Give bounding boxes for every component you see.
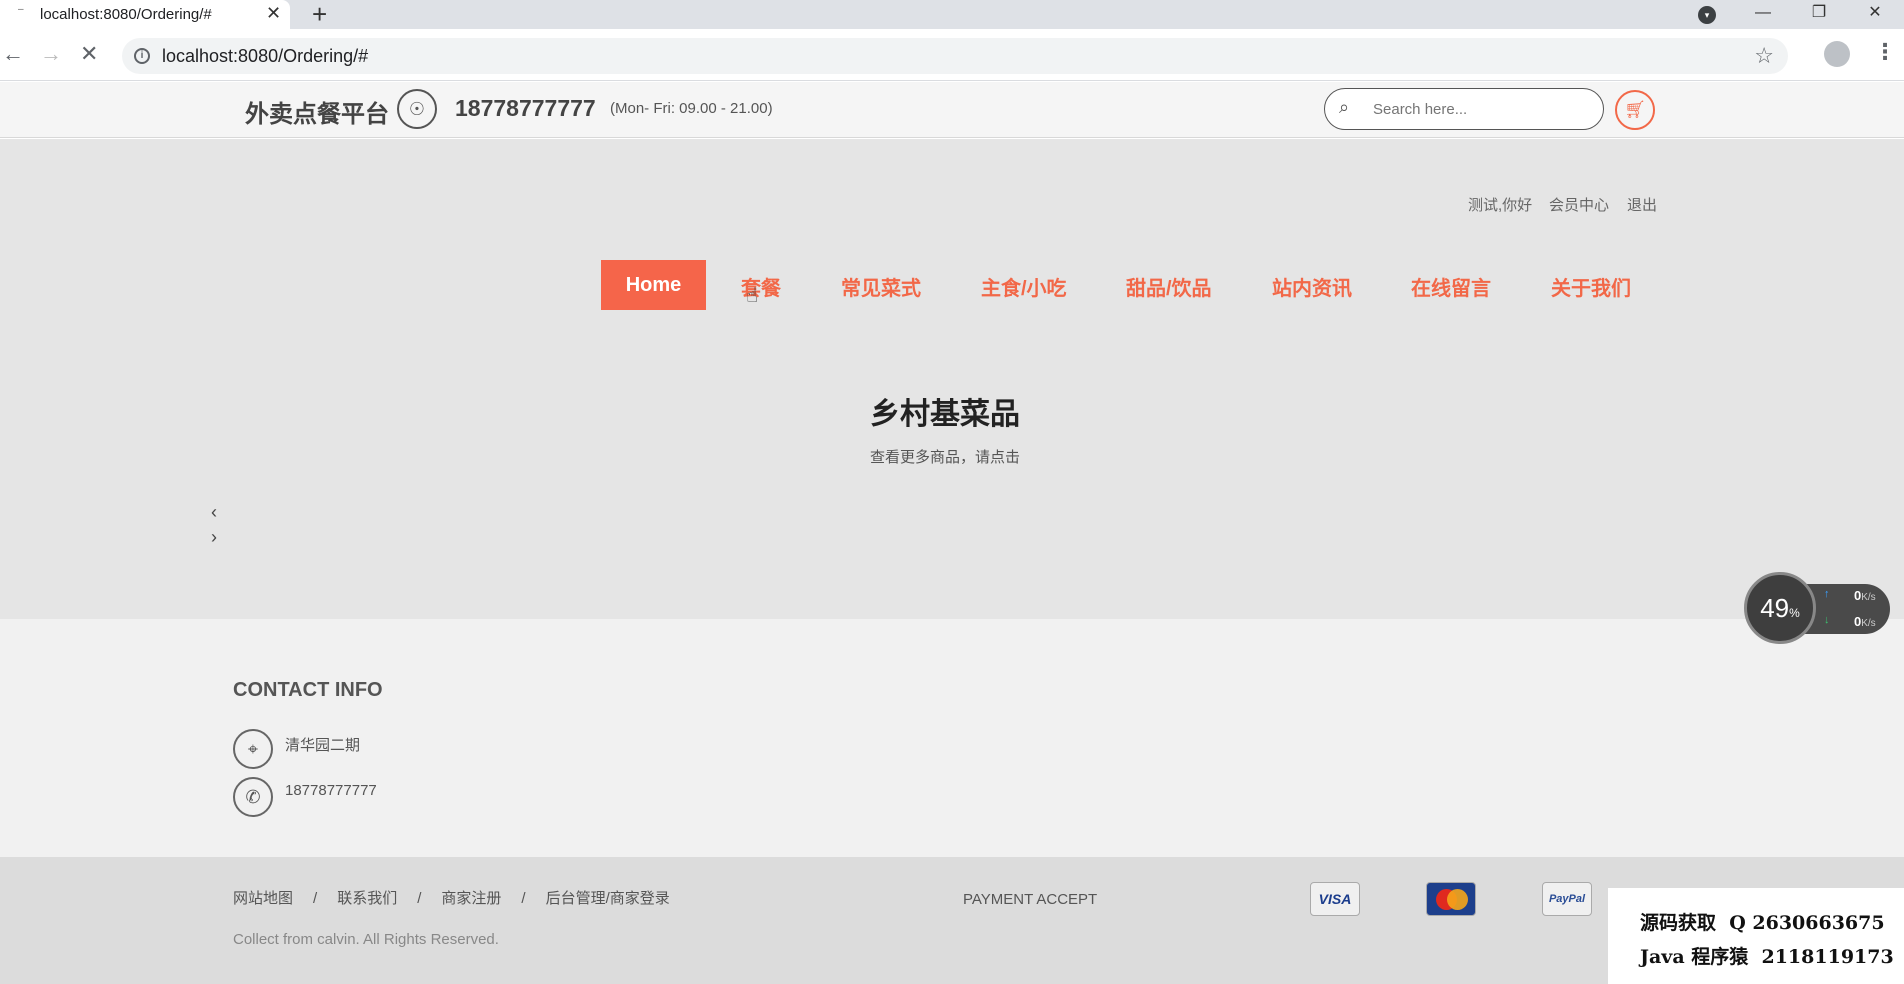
new-tab-icon[interactable]: +: [312, 0, 327, 29]
browser-menu-icon[interactable]: ⋮: [1874, 39, 1896, 65]
nav-item-messages[interactable]: 在线留言: [1411, 272, 1491, 301]
payment-label: PAYMENT ACCEPT: [963, 891, 1098, 908]
minimize-icon[interactable]: —: [1740, 0, 1786, 29]
hero-section: 测试,你好 会员中心 退出 Home 套餐 常见菜式 主食/小吃 甜品/饮品 站…: [0, 139, 1904, 619]
watermark-overlay: 源码获取 Q 2630663675 Java 程序猿 2118119173: [1608, 888, 1904, 984]
upload-speed: 0K/s: [1854, 588, 1876, 603]
close-tab-icon[interactable]: ✕: [266, 3, 281, 24]
nav-home[interactable]: Home: [601, 260, 706, 310]
site-header: 外卖点餐平台 ☉ 18778777777 (Mon- Fri: 09.00 - …: [0, 82, 1904, 138]
url-field[interactable]: i localhost:8080/Ordering/# ☆: [122, 38, 1788, 74]
opening-hours: (Mon- Fri: 09.00 - 21.00): [610, 100, 773, 117]
tab-search-icon[interactable]: ▾: [1698, 6, 1716, 24]
forward-icon[interactable]: →: [40, 41, 62, 67]
info-icon[interactable]: i: [134, 48, 150, 64]
nav-item-dishes[interactable]: 常见菜式: [841, 272, 921, 301]
watermark-line-1: 源码获取 Q 2630663675: [1640, 912, 1885, 934]
footer-separator: /: [521, 890, 526, 907]
nav-item-about[interactable]: 关于我们: [1551, 272, 1631, 301]
search-input[interactable]: [1373, 98, 1583, 120]
slider-next-icon[interactable]: ›: [211, 527, 217, 548]
footer-link-contact[interactable]: 联系我们: [337, 890, 397, 907]
footer-separator: /: [313, 890, 318, 907]
search-box: ⌕: [1324, 88, 1604, 130]
footer-separator: /: [417, 890, 422, 907]
location-pin-icon: ⌖: [233, 729, 273, 769]
visa-icon: VISA: [1310, 882, 1360, 916]
footer-link-admin-login[interactable]: 后台管理/商家登录: [546, 890, 670, 907]
bookmark-star-icon[interactable]: ☆: [1754, 43, 1774, 69]
stop-icon[interactable]: ✕: [80, 41, 98, 67]
user-greeting: 测试,你好: [1468, 197, 1533, 214]
watermark-line-2: Java 程序猿 2118119173: [1640, 946, 1894, 968]
contact-phone: 18778777777: [285, 782, 377, 799]
nav-item-desserts[interactable]: 甜品/饮品: [1126, 272, 1212, 301]
url-text: localhost:8080/Ordering/#: [162, 46, 369, 66]
logout-link[interactable]: 退出: [1627, 194, 1657, 215]
address-bar: ← → ✕ i localhost:8080/Ordering/# ☆ ⋮: [0, 29, 1904, 81]
contact-title: CONTACT INFO: [233, 679, 383, 701]
window-close-icon[interactable]: ✕: [1852, 0, 1898, 29]
phone-icon: ✆: [233, 777, 273, 817]
cart-icon[interactable]: 🛒︎: [1615, 90, 1655, 130]
download-speed: 0K/s: [1854, 614, 1876, 629]
hero-title: 乡村基菜品: [870, 398, 1020, 431]
slider-prev-icon[interactable]: ‹: [211, 502, 217, 523]
headset-icon: ☉: [397, 89, 437, 129]
copyright: Collect from calvin. All Rights Reserved…: [233, 931, 499, 948]
header-phone: 18778777777: [455, 95, 596, 121]
profile-icon[interactable]: [1824, 41, 1850, 67]
nav-item-news[interactable]: 站内资讯: [1272, 272, 1352, 301]
search-icon[interactable]: ⌕: [1339, 97, 1349, 118]
footer-link-merchant-register[interactable]: 商家注册: [441, 890, 501, 907]
browser-tab-bar: ‒ localhost:8080/Ordering/# ✕ + ▾ — ❐ ✕: [0, 0, 1904, 29]
contact-section: CONTACT INFO ⌖ 清华园二期 ✆ 18778777777: [0, 619, 1904, 857]
nav-item-staples[interactable]: 主食/小吃: [981, 272, 1067, 301]
browser-tab[interactable]: ‒ localhost:8080/Ordering/# ✕: [0, 0, 290, 29]
contact-address: 清华园二期: [285, 737, 361, 754]
tab-title: localhost:8080/Ordering/#: [40, 6, 212, 23]
mastercard-icon: [1426, 882, 1476, 916]
mouse-cursor-icon: ☝: [746, 285, 759, 307]
restore-icon[interactable]: ❐: [1796, 0, 1842, 29]
network-speed-widget[interactable]: ↑ ↓ 0K/s 0K/s 49%: [1744, 572, 1892, 644]
loading-icon: ‒: [18, 4, 24, 15]
download-arrow-icon: ↓: [1824, 614, 1830, 626]
upload-arrow-icon: ↑: [1824, 588, 1830, 600]
memory-percent-gauge: 49%: [1744, 572, 1816, 644]
member-center-link[interactable]: 会员中心: [1549, 194, 1609, 215]
paypal-icon: PayPal: [1542, 882, 1592, 916]
footer-links: 网站地图 / 联系我们 / 商家注册 / 后台管理/商家登录: [233, 887, 670, 908]
back-icon[interactable]: ←: [2, 41, 24, 67]
hero-subtitle[interactable]: 查看更多商品，请点击: [0, 446, 1890, 467]
brand-logo[interactable]: 外卖点餐平台: [245, 94, 389, 129]
footer-link-sitemap[interactable]: 网站地图: [233, 890, 293, 907]
